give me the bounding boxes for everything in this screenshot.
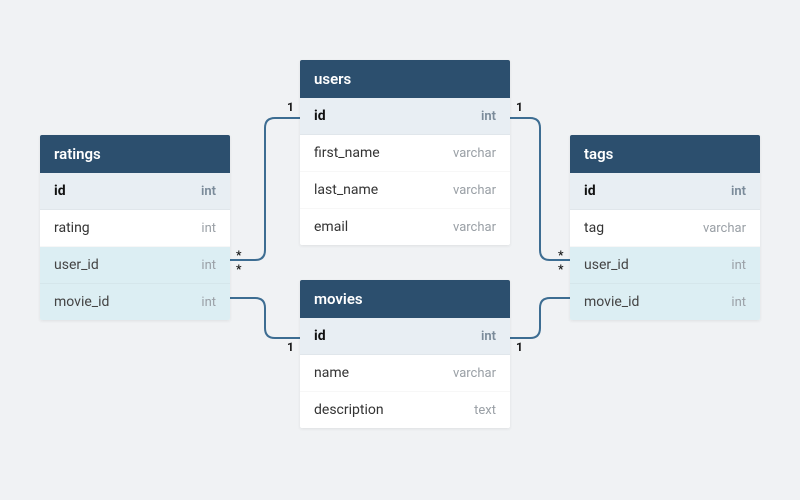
cardinality-one: 1 — [287, 340, 294, 354]
column-row: name varchar — [300, 355, 510, 392]
column-type: varchar — [453, 146, 496, 161]
cardinality-many: * — [558, 248, 563, 262]
column-name: rating — [54, 220, 90, 236]
entity-users[interactable]: users id int first_name varchar last_nam… — [300, 60, 510, 245]
column-name: id — [314, 328, 326, 344]
column-row-pk: id int — [300, 318, 510, 355]
column-name: last_name — [314, 182, 378, 198]
column-row-pk: id int — [570, 173, 760, 210]
column-row: tag varchar — [570, 210, 760, 247]
column-name: name — [314, 365, 349, 381]
column-name: user_id — [584, 257, 629, 273]
entity-header: users — [300, 60, 510, 98]
column-type: int — [731, 258, 746, 273]
column-type: int — [201, 221, 216, 236]
column-row: last_name varchar — [300, 172, 510, 209]
entity-tags[interactable]: tags id int tag varchar user_id int movi… — [570, 135, 760, 320]
column-type: int — [731, 295, 746, 310]
column-row-fk: movie_id int — [40, 284, 230, 320]
column-name: movie_id — [54, 294, 109, 310]
column-name: user_id — [54, 257, 99, 273]
column-name: id — [54, 183, 66, 199]
column-name: description — [314, 402, 384, 418]
column-row-fk: user_id int — [570, 247, 760, 284]
column-name: email — [314, 219, 348, 235]
cardinality-many: * — [558, 262, 563, 276]
column-name: first_name — [314, 145, 380, 161]
column-type: text — [474, 403, 496, 418]
cardinality-many: * — [236, 248, 241, 262]
er-diagram-canvas: * * 1 1 * * 1 1 ratings id int rating in… — [0, 0, 800, 500]
entity-ratings[interactable]: ratings id int rating int user_id int mo… — [40, 135, 230, 320]
cardinality-one: 1 — [516, 100, 523, 114]
column-name: movie_id — [584, 294, 639, 310]
column-name: id — [314, 108, 326, 124]
entity-header: ratings — [40, 135, 230, 173]
column-type: int — [481, 109, 496, 124]
cardinality-one: 1 — [516, 340, 523, 354]
column-row: description text — [300, 392, 510, 428]
cardinality-many: * — [236, 262, 241, 276]
column-type: varchar — [453, 183, 496, 198]
column-row-fk: movie_id int — [570, 284, 760, 320]
column-type: int — [201, 184, 216, 199]
entity-header: movies — [300, 280, 510, 318]
column-name: id — [584, 183, 596, 199]
column-row: rating int — [40, 210, 230, 247]
column-type: varchar — [453, 220, 496, 235]
column-type: varchar — [453, 366, 496, 381]
column-row-pk: id int — [40, 173, 230, 210]
column-row: first_name varchar — [300, 135, 510, 172]
entity-header: tags — [570, 135, 760, 173]
cardinality-one: 1 — [287, 100, 294, 114]
column-type: int — [201, 295, 216, 310]
column-name: tag — [584, 220, 604, 236]
column-row: email varchar — [300, 209, 510, 245]
column-type: int — [481, 329, 496, 344]
column-type: int — [731, 184, 746, 199]
column-type: int — [201, 258, 216, 273]
column-row-fk: user_id int — [40, 247, 230, 284]
column-row-pk: id int — [300, 98, 510, 135]
entity-movies[interactable]: movies id int name varchar description t… — [300, 280, 510, 428]
column-type: varchar — [703, 221, 746, 236]
